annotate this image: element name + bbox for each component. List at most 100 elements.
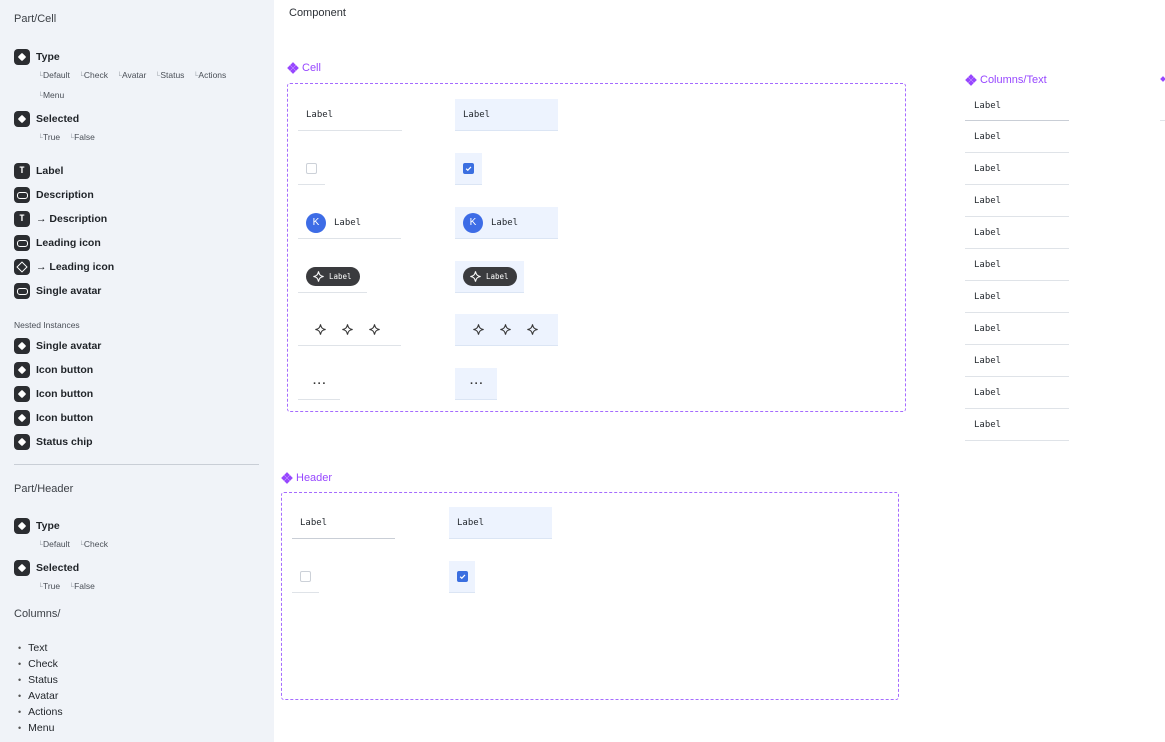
column-item[interactable]: Check: [18, 656, 63, 672]
cell-label: Label: [974, 323, 1002, 334]
option-default[interactable]: Default: [38, 539, 70, 549]
cell-label: Label: [306, 109, 334, 120]
checkbox-checked[interactable]: [463, 163, 474, 174]
more-icon[interactable]: ···: [313, 378, 327, 390]
cell-status-selected[interactable]: Label: [455, 261, 524, 293]
prop-leading-icon-swap[interactable]: → Leading icon: [14, 258, 114, 276]
sparkle-icon[interactable]: [368, 323, 381, 336]
column-cell[interactable]: Label: [965, 153, 1069, 185]
header-check-selected[interactable]: [449, 561, 475, 593]
variant-icon: [14, 518, 30, 534]
column-item[interactable]: Menu: [18, 720, 63, 736]
cell-status[interactable]: Label: [298, 261, 367, 293]
option-false[interactable]: False: [69, 132, 95, 142]
prop-description-arrow-text: → Description: [36, 213, 108, 225]
offscreen-component-icon: [1160, 76, 1165, 82]
sparkle-icon[interactable]: [526, 323, 539, 336]
cell-menu[interactable]: ···: [298, 368, 340, 400]
column-item[interactable]: Text: [18, 640, 63, 656]
cell-label: Label: [491, 217, 519, 228]
offscreen-column-divider: [1160, 120, 1165, 121]
status-chip: Label: [306, 267, 360, 286]
option-true[interactable]: True: [38, 581, 60, 591]
option-false[interactable]: False: [69, 581, 95, 591]
cell-default-selected[interactable]: Label: [455, 99, 558, 131]
cell-label: Label: [974, 131, 1002, 142]
more-icon[interactable]: ···: [470, 378, 484, 390]
type-options: Default Check Avatar Status Actions: [38, 70, 226, 80]
column-item[interactable]: Avatar: [18, 688, 63, 704]
option-menu[interactable]: Menu: [38, 90, 64, 100]
checkbox[interactable]: [300, 571, 311, 582]
option-check[interactable]: Check: [79, 539, 108, 549]
column-cell[interactable]: Label: [965, 313, 1069, 345]
sparkle-icon[interactable]: [314, 323, 327, 336]
column-cell[interactable]: Label: [965, 217, 1069, 249]
header-prop-type-label: Type: [36, 520, 60, 532]
sparkle-icon[interactable]: [499, 323, 512, 336]
columns-text-title[interactable]: Columns/Text: [965, 74, 1047, 86]
nested-single-avatar[interactable]: Single avatar: [14, 337, 101, 355]
column-cell[interactable]: Label: [965, 249, 1069, 281]
header-default-selected[interactable]: Label: [449, 507, 552, 539]
variant-icon: [14, 338, 30, 354]
prop-description-text-link[interactable]: T → Description: [14, 210, 107, 228]
type-options-2: Menu: [38, 90, 64, 100]
nested-status-chip[interactable]: Status chip: [14, 433, 93, 451]
avatar: K: [306, 212, 326, 233]
prop-label[interactable]: T Label: [14, 162, 63, 180]
cell-frame-title[interactable]: Cell: [287, 62, 321, 74]
sparkle-icon[interactable]: [472, 323, 485, 336]
cell-frame-title-text: Cell: [302, 62, 321, 74]
cell-label: Label: [974, 163, 1002, 174]
column-cell[interactable]: Label: [965, 185, 1069, 217]
column-header-cell[interactable]: Label: [965, 91, 1069, 121]
prop-type[interactable]: Type: [14, 48, 60, 66]
cell-label: Label: [463, 109, 491, 120]
prop-description[interactable]: Description: [14, 186, 94, 204]
prop-leading-icon[interactable]: Leading icon: [14, 234, 101, 252]
section-title-columns: Columns/: [14, 608, 61, 620]
header-default[interactable]: Label: [292, 507, 395, 539]
header-prop-selected[interactable]: Selected: [14, 559, 79, 577]
cell-menu-selected[interactable]: ···: [455, 368, 497, 400]
option-actions[interactable]: Actions: [193, 70, 226, 80]
cell-actions[interactable]: [298, 314, 401, 346]
checkbox[interactable]: [306, 163, 317, 174]
avatar: K: [463, 212, 483, 233]
nested-label: Icon button: [36, 364, 94, 376]
cell-default[interactable]: Label: [298, 99, 402, 131]
nested-icon-button-3[interactable]: Icon button: [14, 409, 93, 427]
header-check[interactable]: [292, 561, 319, 593]
column-cell[interactable]: Label: [965, 121, 1069, 153]
option-check[interactable]: Check: [79, 70, 108, 80]
cell-avatar[interactable]: K Label: [298, 207, 401, 239]
nested-icon-button-1[interactable]: Icon button: [14, 361, 93, 379]
nested-icon-button-2[interactable]: Icon button: [14, 385, 93, 403]
cell-actions-selected[interactable]: [455, 314, 558, 346]
header-prop-type[interactable]: Type: [14, 517, 60, 535]
sparkle-icon[interactable]: [341, 323, 354, 336]
option-true[interactable]: True: [38, 132, 60, 142]
instance-swap-icon: [14, 259, 30, 275]
cell-avatar-selected[interactable]: K Label: [455, 207, 558, 239]
column-item[interactable]: Actions: [18, 704, 62, 720]
cell-check[interactable]: [298, 153, 325, 185]
option-avatar[interactable]: Avatar: [117, 70, 146, 80]
option-default[interactable]: Default: [38, 70, 70, 80]
check-icon: [459, 574, 466, 580]
header-frame-title[interactable]: Header: [281, 472, 332, 484]
prop-selected[interactable]: Selected: [14, 110, 79, 128]
column-cell[interactable]: Label: [965, 345, 1069, 377]
column-cell[interactable]: Label: [965, 281, 1069, 313]
header-prop-selected-label: Selected: [36, 562, 80, 574]
chip-label: Label: [329, 272, 352, 281]
option-status[interactable]: Status: [155, 70, 184, 80]
column-cell[interactable]: Label: [965, 409, 1069, 441]
cell-check-selected[interactable]: [455, 153, 482, 185]
page-title: Component: [289, 7, 346, 19]
checkbox-checked[interactable]: [457, 571, 468, 582]
column-cell[interactable]: Label: [965, 377, 1069, 409]
column-item[interactable]: Status: [18, 672, 63, 688]
prop-single-avatar[interactable]: Single avatar: [14, 282, 101, 300]
